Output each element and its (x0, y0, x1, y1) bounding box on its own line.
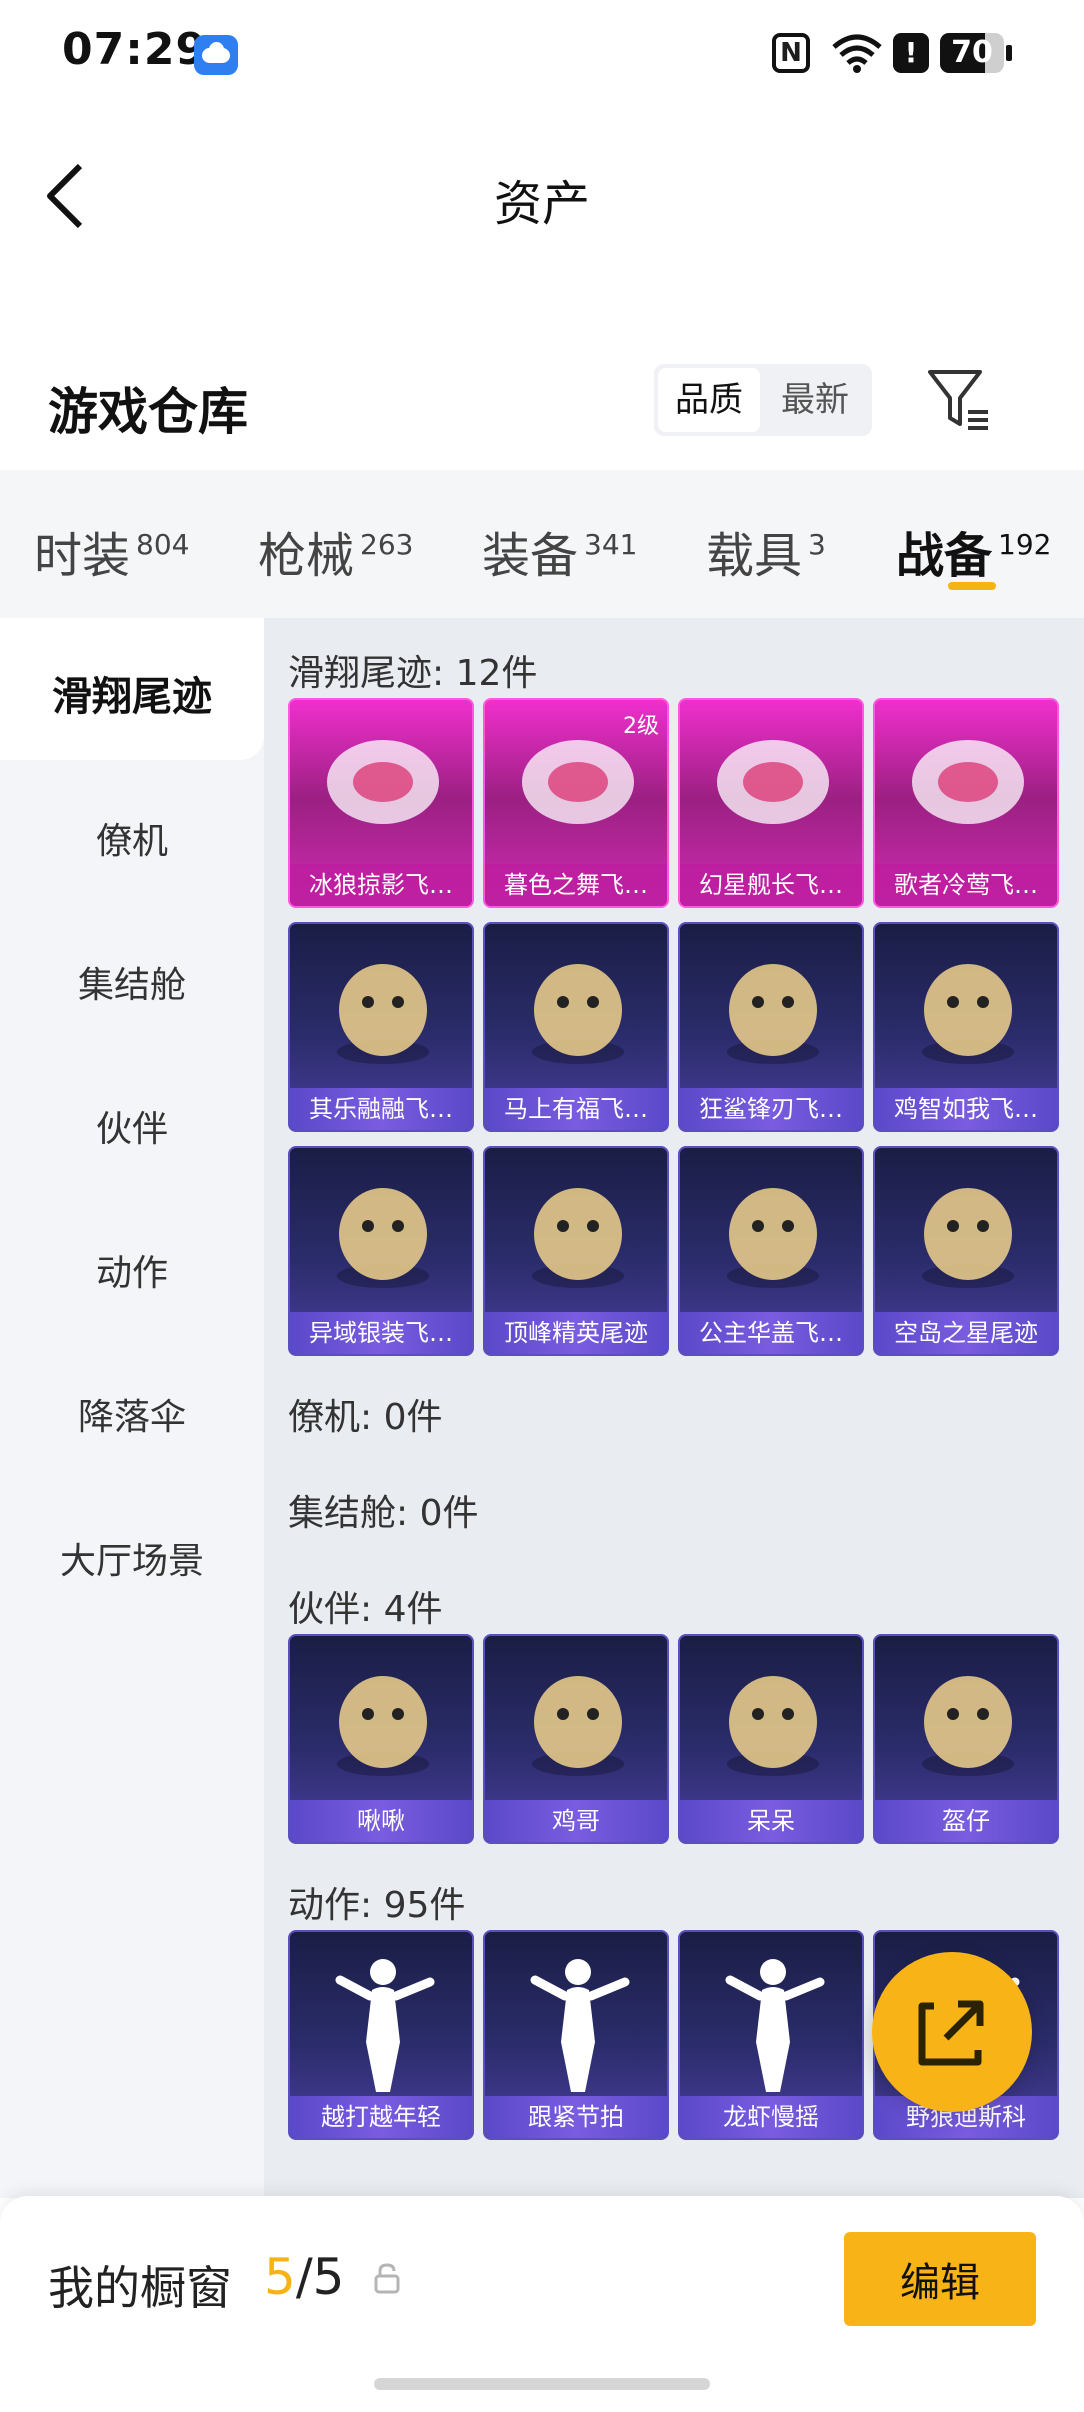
penguin-icon (337, 964, 429, 1064)
group-title: 动作: 95件 (288, 1885, 466, 1926)
item-name: 啾啾 (290, 1800, 472, 1842)
share-icon (918, 2000, 984, 2066)
lock-icon (374, 2263, 400, 2294)
chicken-sunglasses-icon (532, 1676, 624, 1776)
item-card[interactable]: 其乐融融飞… (288, 922, 474, 1132)
singer-bird-icon (912, 740, 1024, 824)
item-name: 龙虾慢摇 (680, 2096, 862, 2138)
item-card[interactable]: 鸡哥 (483, 1634, 669, 1844)
tab-vehicles[interactable]: 载具 3 (706, 516, 826, 586)
sort-quality-option[interactable]: 品质 (658, 368, 760, 432)
group-title: 集结舱: 0件 (288, 1493, 479, 1534)
category-tab-bar: 时装 804 枪械 263 装备 341 载具 3 战备 192 (0, 470, 1084, 618)
exotic-wing-icon (337, 1188, 429, 1288)
share-button[interactable] (872, 1952, 1032, 2112)
item-name: 公主华盖飞… (680, 1312, 862, 1354)
battery-level: 70 (951, 35, 993, 70)
item-card[interactable]: 啾啾 (288, 1634, 474, 1844)
item-card[interactable]: 鸡智如我飞… (873, 922, 1059, 1132)
active-tab-indicator (948, 582, 996, 590)
egg-chick-icon (727, 1676, 819, 1776)
sort-latest-option[interactable]: 最新 (762, 368, 868, 432)
item-card[interactable]: 歌者冷莺飞… (873, 698, 1059, 908)
showcase-count: 5/5 (264, 2248, 345, 2306)
item-name: 越打越年轻 (290, 2096, 472, 2138)
item-name: 鸡哥 (485, 1800, 667, 1842)
page-title: 资产 (493, 176, 590, 232)
flame-trail-icon (532, 1188, 624, 1288)
item-name: 异域银装飞… (290, 1312, 472, 1354)
wifi-icon (832, 34, 882, 73)
sidebar-item-pod[interactable]: 集结舱 (0, 956, 264, 1008)
showcase-label: 我的橱窗 (48, 2261, 232, 2315)
sidebar-item-lobby-scene[interactable]: 大厅场景 (0, 1532, 264, 1584)
item-name: 歌者冷莺飞… (875, 864, 1057, 906)
item-name: 其乐融融飞… (290, 1088, 472, 1130)
group-title: 滑翔尾迹: 12件 (288, 653, 538, 694)
item-card[interactable]: 顶峰精英尾迹 (483, 1146, 669, 1356)
item-name: 幻星舰长飞… (680, 864, 862, 906)
item-card[interactable]: 龙虾慢摇 (678, 1930, 864, 2140)
item-card[interactable]: 幻星舰长飞… (678, 698, 864, 908)
alert-icon: ! (893, 33, 929, 73)
group-title: 伙伴: 4件 (288, 1589, 443, 1630)
sidebar-item-glide-trail[interactable]: 滑翔尾迹 (0, 664, 264, 722)
star-captain-icon (717, 740, 829, 824)
ice-wing-icon (327, 740, 439, 824)
item-name: 空岛之星尾迹 (875, 1312, 1057, 1354)
sidebar-item-companion[interactable]: 伙伴 (0, 1100, 264, 1152)
sidebar-item-emote[interactable]: 动作 (0, 1244, 264, 1296)
item-name: 冰狼掠影飞… (290, 864, 472, 906)
status-time: 07:29 (62, 24, 208, 75)
helmet-chick-icon (922, 1676, 1014, 1776)
tab-equipment[interactable]: 装备 341 (482, 516, 637, 586)
dance-pose-icon (335, 1959, 435, 2092)
pink-bird-icon (337, 1676, 429, 1776)
edit-button[interactable]: 编辑 (844, 2232, 1036, 2326)
item-name: 跟紧节拍 (485, 2096, 667, 2138)
item-card[interactable]: 2级暮色之舞飞… (483, 698, 669, 908)
sort-toggle: 品质 最新 (654, 364, 872, 436)
item-name: 盔仔 (875, 1800, 1057, 1842)
item-name: 暮色之舞飞… (485, 864, 667, 906)
item-name: 顶峰精英尾迹 (485, 1312, 667, 1354)
tab-firearms[interactable]: 枪械 263 (258, 516, 413, 586)
item-card[interactable]: 异域银装飞… (288, 1146, 474, 1356)
item-card[interactable]: 呆呆 (678, 1634, 864, 1844)
sidebar-item-wingman[interactable]: 僚机 (0, 812, 264, 864)
battery-icon: 70 (940, 33, 1012, 73)
item-card[interactable]: 空岛之星尾迹 (873, 1146, 1059, 1356)
canopy-icon (727, 1188, 819, 1288)
sidebar-item-parachute[interactable]: 降落伞 (0, 1388, 264, 1440)
cloud-icon (194, 35, 238, 75)
rainbow-trail-icon (922, 1188, 1014, 1288)
dance-pose-icon (725, 1959, 825, 2092)
shark-icon (727, 964, 819, 1064)
item-card[interactable]: 马上有福飞… (483, 922, 669, 1132)
item-card[interactable]: 越打越年轻 (288, 1930, 474, 2140)
filter-icon[interactable] (924, 364, 994, 434)
item-name: 马上有福飞… (485, 1088, 667, 1130)
level-badge: 2级 (623, 714, 659, 739)
item-card[interactable]: 冰狼掠影飞… (288, 698, 474, 908)
horse-icon (532, 964, 624, 1064)
chicken-icon (922, 964, 1014, 1064)
item-card[interactable]: 狂鲨锋刃飞… (678, 922, 864, 1132)
item-card[interactable]: 盔仔 (873, 1634, 1059, 1844)
item-card[interactable]: 公主华盖飞… (678, 1146, 864, 1356)
item-name: 呆呆 (680, 1800, 862, 1842)
dance-pose-icon (530, 1959, 630, 2092)
item-name: 鸡智如我飞… (875, 1088, 1057, 1130)
tab-fashion[interactable]: 时装 804 (34, 516, 189, 586)
nfc-icon: N (772, 33, 810, 73)
item-name: 狂鲨锋刃飞… (680, 1088, 862, 1130)
tab-combat-gear[interactable]: 战备 192 (896, 516, 1051, 586)
item-card[interactable]: 跟紧节拍 (483, 1930, 669, 2140)
home-indicator (374, 2378, 710, 2390)
group-title: 僚机: 0件 (288, 1397, 443, 1438)
section-title: 游戏仓库 (48, 383, 248, 441)
